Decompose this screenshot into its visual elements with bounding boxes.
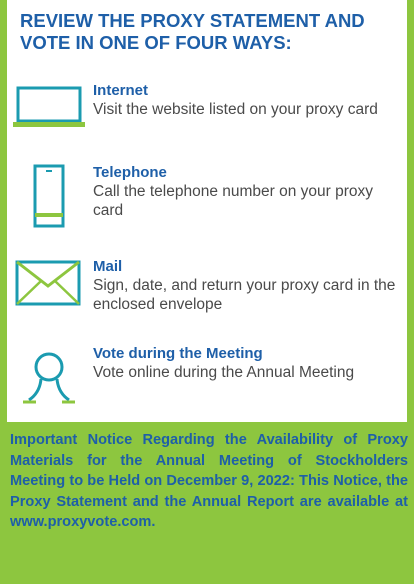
method-vote-during-meeting: Vote during the Meeting Vote online duri… [7,345,407,425]
method-description: Vote online during the Annual Meeting [93,364,355,381]
method-internet: Internet Visit the website listed on you… [7,82,407,162]
method-description: Sign, date, and return your proxy card i… [93,277,396,313]
method-description: Call the telephone number on your proxy … [93,183,374,219]
method-label: Vote during the Meeting [93,345,263,362]
method-label: Telephone [93,164,167,181]
page-frame: REVIEW THE PROXY STATEMENT AND VOTE IN O… [0,0,414,584]
method-description: Visit the website listed on your proxy c… [93,101,378,118]
voting-methods-panel: REVIEW THE PROXY STATEMENT AND VOTE IN O… [7,0,407,422]
person-icon [23,352,75,404]
page-title: REVIEW THE PROXY STATEMENT AND VOTE IN O… [20,10,365,53]
method-label: Mail [93,258,123,275]
envelope-icon [15,260,81,306]
phone-icon [33,164,65,228]
important-notice: Important Notice Regarding the Availabil… [10,432,408,530]
method-telephone: Telephone Call the telephone number on y… [7,164,407,244]
method-mail: Mail Sign, date, and return your proxy c… [7,258,407,338]
laptop-icon [13,86,85,127]
method-label: Internet [93,82,149,99]
